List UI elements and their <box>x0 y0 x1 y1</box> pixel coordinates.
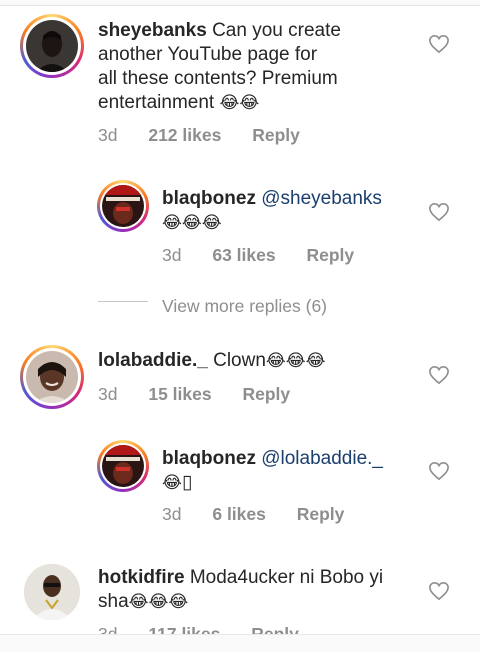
comment-input-bar[interactable] <box>0 634 480 652</box>
laughing-emoji: 😂😂😂 <box>128 592 189 612</box>
comment-username[interactable]: blaqbonez <box>162 448 256 469</box>
comment-text: Clown <box>213 350 266 371</box>
comment-time: 3d <box>162 245 182 265</box>
avatar-blaqbonez[interactable] <box>97 180 149 232</box>
comment-username[interactable]: lolabaddie._ <box>98 350 208 371</box>
comment-body: lolabaddie._ Clown😂😂😂 <box>98 349 418 373</box>
comment-body: blaqbonez @sheyebanks 😂😂😂 <box>162 187 412 235</box>
laughing-emoji: 😂 <box>162 473 182 493</box>
avatar-lolabaddie[interactable] <box>20 345 84 409</box>
reply-button[interactable]: Reply <box>306 245 354 265</box>
comment-body: blaqbonez @lolabaddie._ 😂▯ <box>162 447 412 495</box>
comment-body: hotkidfire Moda4ucker ni Bobo yi sha😂😂😂 <box>98 566 418 614</box>
avatar-blaqbonez[interactable] <box>97 440 149 492</box>
heart-outline-icon[interactable] <box>428 34 450 54</box>
heart-outline-icon[interactable] <box>428 581 450 601</box>
reply-button[interactable]: Reply <box>252 125 300 145</box>
comment-meta: 3d 212 likes Reply <box>98 125 300 146</box>
laughing-emoji: 😂😂😂 <box>265 351 326 371</box>
view-more-replies-button[interactable]: View more replies (6) <box>162 296 327 317</box>
comment-text-line: another YouTube page for <box>98 44 318 65</box>
top-divider <box>0 0 480 6</box>
comment-username[interactable]: sheyebanks <box>98 20 207 41</box>
comment-body: sheyebanks Can you create another YouTub… <box>98 19 418 115</box>
mention-link[interactable]: @lolabaddie._ <box>261 448 383 469</box>
missing-glyph-box: ▯ <box>181 472 193 493</box>
avatar-sheyebanks[interactable] <box>20 14 84 78</box>
comment-text-line: Can you create <box>212 20 341 41</box>
laughing-emoji: 😂😂😂 <box>162 213 222 233</box>
comment-likes[interactable]: 212 likes <box>148 125 221 145</box>
comment-text: Moda4ucker ni Bobo yi <box>189 567 384 588</box>
comment-username[interactable]: hotkidfire <box>98 567 185 588</box>
avatar-hotkidfire[interactable] <box>24 564 80 620</box>
comment-meta: 3d 15 likes Reply <box>98 384 290 405</box>
comment-text-line: all these contents? Premium <box>98 68 338 89</box>
comment-meta: 3d 63 likes Reply <box>162 245 354 266</box>
laughing-emoji: 😂😂 <box>219 93 260 113</box>
comment-text-line: sha <box>98 591 129 612</box>
comment-time: 3d <box>162 504 182 524</box>
mention-link[interactable]: @sheyebanks <box>261 188 382 209</box>
comment-time: 3d <box>98 384 118 404</box>
heart-outline-icon[interactable] <box>428 365 450 385</box>
comment-likes[interactable]: 63 likes <box>212 245 275 265</box>
comment-username[interactable]: blaqbonez <box>162 188 256 209</box>
heart-outline-icon[interactable] <box>428 461 450 481</box>
reply-button[interactable]: Reply <box>242 384 290 404</box>
heart-outline-icon[interactable] <box>428 202 450 222</box>
comment-likes[interactable]: 6 likes <box>212 504 266 524</box>
comment-time: 3d <box>98 125 118 145</box>
comment-text-line: entertainment <box>98 92 215 113</box>
reply-button[interactable]: Reply <box>297 504 345 524</box>
comment-likes[interactable]: 15 likes <box>148 384 211 404</box>
view-more-divider <box>98 301 148 302</box>
comment-meta: 3d 6 likes Reply <box>162 504 344 525</box>
